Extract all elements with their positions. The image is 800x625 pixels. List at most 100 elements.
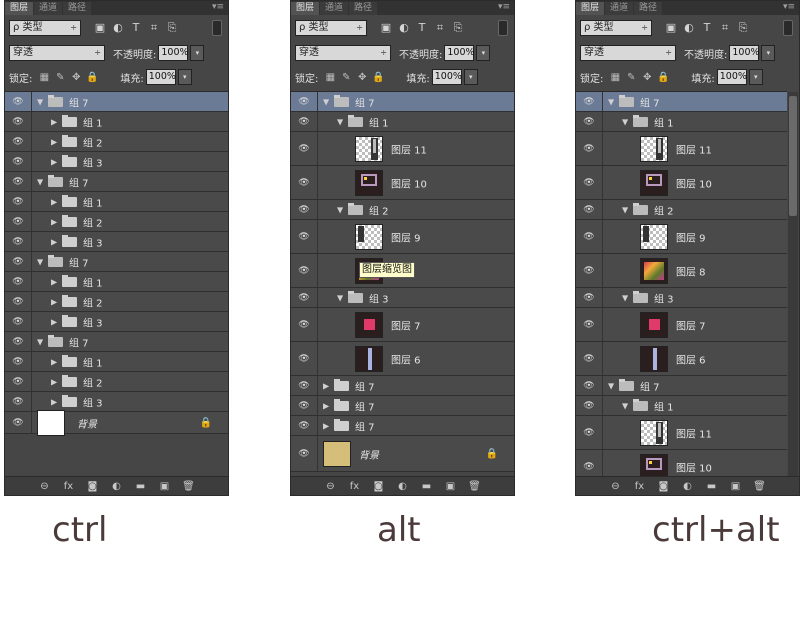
panel-menu-icon[interactable]: ▾≡ <box>783 2 795 13</box>
lock-position-icon[interactable]: ✥ <box>354 72 370 83</box>
tab-channels[interactable]: 通道 <box>320 2 349 15</box>
visibility-eye-icon[interactable]: 👁 <box>5 232 32 251</box>
visibility-eye-icon[interactable]: 👁 <box>291 288 318 307</box>
lock-all-icon[interactable]: 🔒 <box>655 72 671 83</box>
visibility-eye-icon[interactable]: 👁 <box>576 396 603 415</box>
filter-type-select[interactable]: ρ 类型 ÷ <box>295 20 367 36</box>
panel-menu-icon[interactable]: ▾≡ <box>498 2 510 13</box>
visibility-eye-icon[interactable]: 👁 <box>5 372 32 391</box>
expand-down-icon[interactable]: ▼ <box>323 97 329 106</box>
filter-type-select[interactable]: ρ 类型 ÷ <box>9 20 81 36</box>
filter-pixel-icon[interactable]: ▣ <box>662 21 680 35</box>
fx-icon[interactable]: fx <box>57 481 81 492</box>
opacity-input[interactable]: 100% <box>444 45 475 61</box>
adjustment-layer-icon[interactable]: ◐ <box>391 481 415 492</box>
visibility-eye-icon[interactable]: 👁 <box>576 92 603 111</box>
layer-group-row[interactable]: 👁 ▶ 组 2 <box>5 132 228 152</box>
fill-dropdown-icon[interactable]: ▾ <box>748 69 763 85</box>
filter-shape-icon[interactable]: ⌗ <box>716 21 734 35</box>
fill-input[interactable]: 100% <box>145 69 176 85</box>
lock-all-icon[interactable]: 🔒 <box>370 72 386 83</box>
layer-row[interactable]: 👁 图层 8 <box>576 254 787 288</box>
layer-row[interactable]: 👁 图层 9 <box>576 220 787 254</box>
visibility-eye-icon[interactable]: 👁 <box>291 200 318 219</box>
visibility-eye-icon[interactable]: 👁 <box>576 254 603 287</box>
filter-type-select[interactable]: ρ 类型 ÷ <box>580 20 652 36</box>
layer-thumbnail[interactable] <box>640 223 668 250</box>
fill-input[interactable]: 100% <box>431 69 462 85</box>
layer-row[interactable]: 👁 图层 10 <box>291 166 514 200</box>
filter-smart-object-icon[interactable]: ⎘ <box>449 21 467 35</box>
expand-down-icon[interactable]: ▼ <box>337 117 343 126</box>
visibility-eye-icon[interactable]: 👁 <box>576 220 603 253</box>
scrollbar-thumb[interactable] <box>789 96 797 216</box>
panel-menu-icon[interactable]: ▾≡ <box>212 2 224 13</box>
new-group-icon[interactable]: ▬ <box>129 481 153 492</box>
lock-transparent-icon[interactable]: ▦ <box>607 72 623 83</box>
visibility-eye-icon[interactable]: 👁 <box>576 342 603 375</box>
expand-down-icon[interactable]: ▼ <box>337 293 343 302</box>
layer-group-row[interactable]: 👁 ▶ 组 7 <box>291 416 514 436</box>
layer-row[interactable]: 👁 图层 9 <box>291 220 514 254</box>
layer-thumbnail[interactable] <box>355 311 383 338</box>
layer-group-row[interactable]: 👁 ▼ 组 7 <box>5 252 228 272</box>
expand-down-icon[interactable]: ▼ <box>37 177 43 186</box>
layer-group-row[interactable]: 👁 ▶ 组 1 <box>5 272 228 292</box>
lock-transparent-icon[interactable]: ▦ <box>36 72 52 83</box>
add-mask-icon[interactable]: ◙ <box>81 481 105 492</box>
layer-group-row[interactable]: 👁 ▶ 组 1 <box>5 192 228 212</box>
visibility-eye-icon[interactable]: 👁 <box>291 92 318 111</box>
expand-right-icon[interactable]: ▶ <box>323 421 329 430</box>
layer-thumbnail[interactable] <box>355 169 383 196</box>
tab-layers[interactable]: 图层 <box>576 2 605 15</box>
layer-thumbnail[interactable] <box>640 419 668 446</box>
add-mask-icon[interactable]: ◙ <box>652 481 676 492</box>
layer-thumbnail[interactable] <box>640 135 668 162</box>
layer-row[interactable]: 👁 图层 11 <box>576 416 787 450</box>
layer-group-row[interactable]: 👁 ▼ 组 7 <box>576 92 787 112</box>
layer-group-row[interactable]: 👁 ▶ 组 7 <box>291 396 514 416</box>
tab-layers[interactable]: 图层 <box>291 2 320 15</box>
opacity-input[interactable]: 100% <box>158 45 189 61</box>
fill-dropdown-icon[interactable]: ▾ <box>463 69 478 85</box>
visibility-eye-icon[interactable]: 👁 <box>291 436 318 471</box>
layer-group-row[interactable]: 👁 ▼ 组 2 <box>291 200 514 220</box>
delete-layer-icon[interactable]: 🗑 <box>463 481 487 492</box>
expand-right-icon[interactable]: ▶ <box>323 401 329 410</box>
expand-right-icon[interactable]: ▶ <box>51 157 57 166</box>
layer-group-row[interactable]: 👁 ▶ 组 7 <box>291 376 514 396</box>
filter-adjustment-icon[interactable]: ◐ <box>109 21 127 35</box>
expand-right-icon[interactable]: ▶ <box>51 117 57 126</box>
expand-down-icon[interactable]: ▼ <box>608 97 614 106</box>
layer-group-row[interactable]: 👁 ▶ 组 3 <box>5 232 228 252</box>
adjustment-layer-icon[interactable]: ◐ <box>676 481 700 492</box>
expand-down-icon[interactable]: ▼ <box>608 381 614 390</box>
filter-toggle-switch[interactable] <box>783 20 793 36</box>
layer-group-row[interactable]: 👁 ▼ 组 7 <box>291 92 514 112</box>
visibility-eye-icon[interactable]: 👁 <box>291 376 318 395</box>
link-layers-icon[interactable]: ⊖ <box>604 481 628 492</box>
tab-paths[interactable]: 路径 <box>63 2 92 15</box>
filter-toggle-switch[interactable] <box>212 20 222 36</box>
expand-right-icon[interactable]: ▶ <box>323 381 329 390</box>
visibility-eye-icon[interactable]: 👁 <box>576 308 603 341</box>
layer-group-row[interactable]: 👁 ▼ 组 7 <box>5 92 228 112</box>
visibility-eye-icon[interactable]: 👁 <box>5 132 32 151</box>
filter-type-icon[interactable]: T <box>413 21 431 35</box>
visibility-eye-icon[interactable]: 👁 <box>576 416 603 449</box>
expand-right-icon[interactable]: ▶ <box>51 237 57 246</box>
layer-group-row[interactable]: 👁 ▼ 组 1 <box>291 112 514 132</box>
layer-group-row[interactable]: 👁 ▼ 组 1 <box>576 396 787 416</box>
visibility-eye-icon[interactable]: 👁 <box>5 252 32 271</box>
expand-right-icon[interactable]: ▶ <box>51 377 57 386</box>
visibility-eye-icon[interactable]: 👁 <box>291 220 318 253</box>
visibility-eye-icon[interactable]: 👁 <box>5 192 32 211</box>
lock-position-icon[interactable]: ✥ <box>68 72 84 83</box>
visibility-eye-icon[interactable]: 👁 <box>5 212 32 231</box>
visibility-eye-icon[interactable]: 👁 <box>291 166 318 199</box>
layer-row[interactable]: 👁 图层 7 <box>291 308 514 342</box>
lock-position-icon[interactable]: ✥ <box>639 72 655 83</box>
new-group-icon[interactable]: ▬ <box>700 481 724 492</box>
expand-right-icon[interactable]: ▶ <box>51 137 57 146</box>
filter-adjustment-icon[interactable]: ◐ <box>680 21 698 35</box>
